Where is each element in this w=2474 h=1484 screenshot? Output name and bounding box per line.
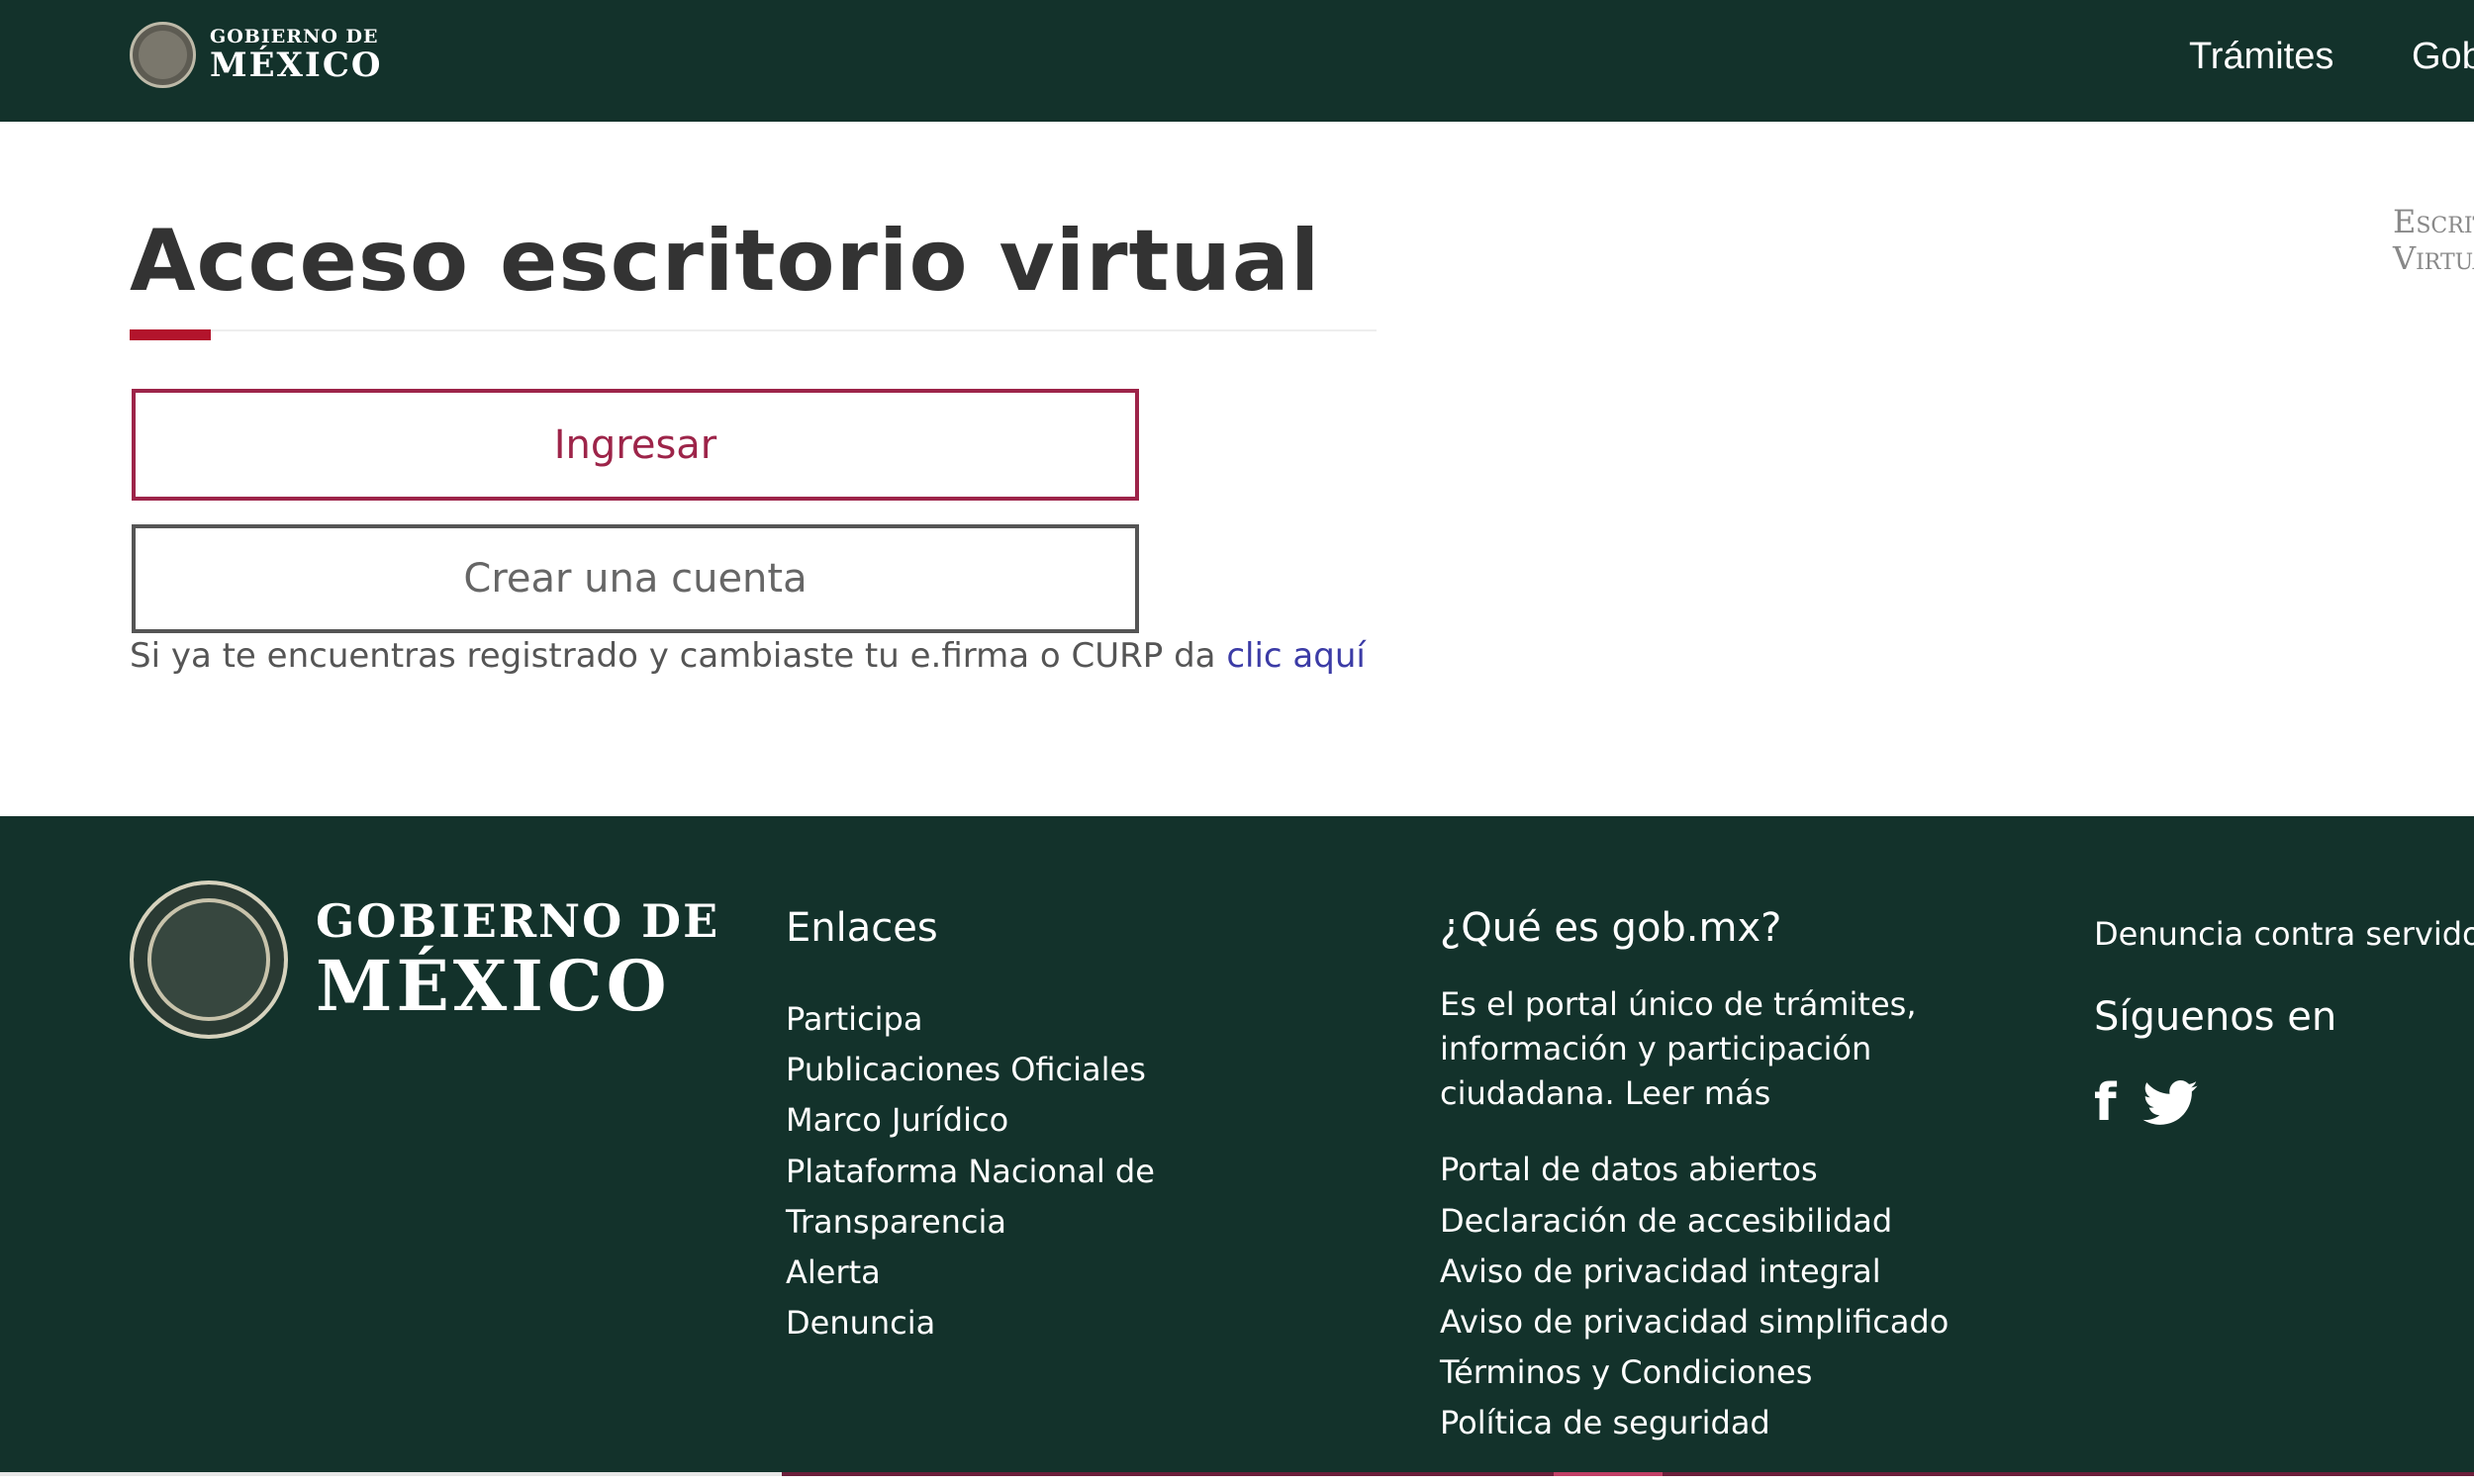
helper-text: Si ya te encuentras registrado y cambias… [130, 636, 1366, 676]
link-denuncia[interactable]: Denuncia [786, 1304, 935, 1342]
side-label-line2: Virtual [2393, 238, 2474, 277]
footer-logo[interactable]: GOBIERNO DE MÉXICO [130, 881, 719, 1039]
top-navbar: GOBIERNO DE MÉXICO Trámites Gobierno [0, 0, 2474, 122]
link-privacidad-integral[interactable]: Aviso de privacidad integral [1440, 1252, 1881, 1290]
footer-logo-line1: GOBIERNO DE [316, 894, 720, 948]
ingresar-button[interactable]: Ingresar [132, 389, 1139, 501]
enlaces-list: Participa Publicaciones Oficiales Marco … [786, 994, 1300, 1348]
footer-logo-line2: MÉXICO [316, 945, 671, 1027]
siguenos-heading: Síguenos en [2094, 994, 2337, 1040]
logo-small-text: GOBIERNO DE [210, 25, 379, 47]
link-plataforma-transparencia[interactable]: Plataforma Nacional de Transparencia [786, 1153, 1155, 1241]
link-politica-seguridad[interactable]: Política de seguridad [1440, 1404, 1770, 1441]
link-terminos[interactable]: Términos y Condiciones [1440, 1353, 1812, 1391]
title-divider [130, 329, 1377, 331]
title-accent-bar [130, 329, 211, 340]
link-participa[interactable]: Participa [786, 1000, 922, 1038]
link-publicaciones-oficiales[interactable]: Publicaciones Oficiales [786, 1051, 1146, 1088]
helper-text-body: Si ya te encuentras registrado y cambias… [130, 636, 1227, 676]
enlaces-heading: Enlaces [786, 905, 938, 951]
footer: GOBIERNO DE MÉXICO Enlaces Participa Pub… [0, 816, 2474, 1479]
logo-big-text: MÉXICO [210, 45, 383, 85]
footer-logo-text: GOBIERNO DE MÉXICO [316, 898, 719, 1021]
link-accesibilidad[interactable]: Declaración de accesibilidad [1440, 1202, 1892, 1240]
coat-of-arms-icon [130, 21, 196, 88]
que-es-description: Es el portal único de trámites, informac… [1440, 985, 1917, 1112]
facebook-icon[interactable]: f [2094, 1077, 2117, 1129]
denuncia-servidores-link[interactable]: Denuncia contra servidores públicos [2094, 915, 2474, 953]
logo-text: GOBIERNO DE MÉXICO [210, 25, 383, 85]
side-label-line1: Escritorio [2393, 203, 2474, 240]
nav-link-gobierno[interactable]: Gobierno [2412, 36, 2474, 78]
escritorio-virtual-label: Escritorio Virtual [2393, 204, 2474, 277]
footer-que-es-column: ¿Qué es gob.mx? Es el portal único de tr… [1440, 905, 1994, 1449]
twitter-icon[interactable] [2142, 1080, 2198, 1126]
crear-cuenta-button[interactable]: Crear una cuenta [132, 524, 1139, 633]
page-title: Acceso escritorio virtual [130, 212, 1321, 311]
clic-aqui-link[interactable]: clic aquí [1226, 636, 1366, 676]
que-es-heading: ¿Qué es gob.mx? [1440, 905, 1782, 951]
link-alerta[interactable]: Alerta [786, 1253, 881, 1291]
link-privacidad-simplificado[interactable]: Aviso de privacidad simplificado [1440, 1303, 1949, 1341]
footer-enlaces-column: Enlaces Participa Publicaciones Oficiale… [786, 905, 1300, 1348]
link-marco-juridico[interactable]: Marco Jurídico [786, 1101, 1008, 1139]
link-datos-abiertos[interactable]: Portal de datos abiertos [1440, 1151, 1818, 1188]
que-es-list: Portal de datos abiertos Declaración de … [1440, 1145, 1994, 1448]
footer-bottom-strip [0, 1472, 2474, 1479]
footer-redes-column: Denuncia contra servidores públicos Sígu… [2094, 915, 2474, 1129]
nav-link-tramites[interactable]: Trámites [2189, 36, 2333, 78]
social-icons: f [2094, 1077, 2474, 1129]
coat-of-arms-icon [130, 881, 288, 1039]
gobierno-logo[interactable]: GOBIERNO DE MÉXICO [130, 20, 383, 89]
